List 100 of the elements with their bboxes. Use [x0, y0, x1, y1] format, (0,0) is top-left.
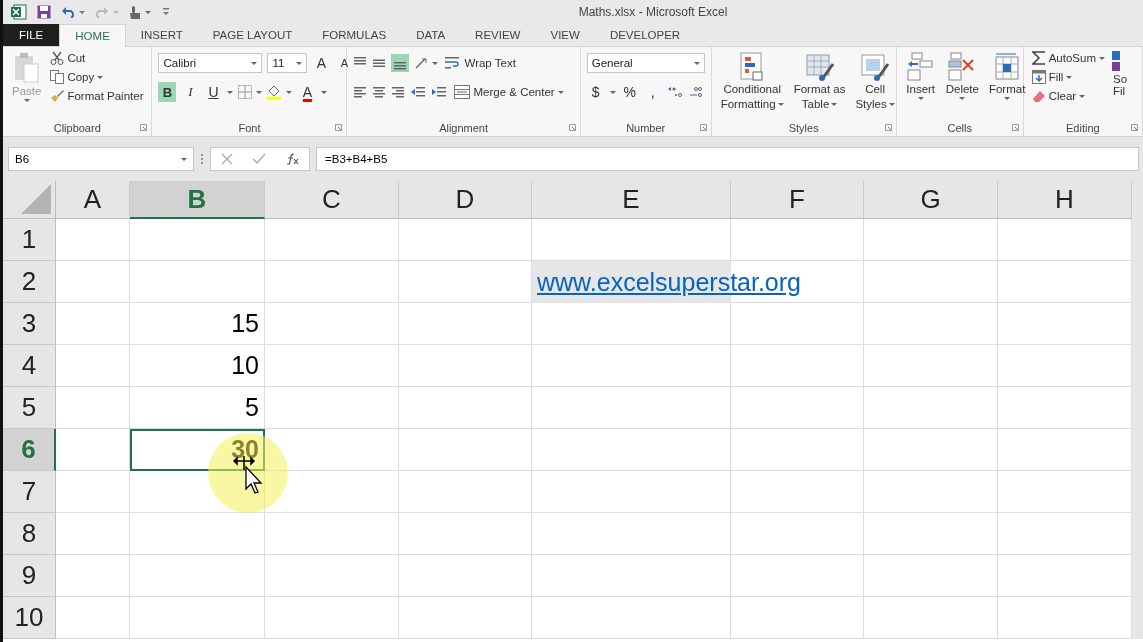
- save-icon[interactable]: [37, 5, 51, 19]
- column-header[interactable]: D: [399, 181, 532, 219]
- file-tab[interactable]: FILE: [3, 24, 60, 46]
- ribbon-button[interactable]: Format: [985, 50, 1029, 120]
- increase-indent-icon[interactable]: [431, 85, 448, 99]
- caret-icon: [693, 61, 700, 65]
- caret-icon: [1099, 56, 1105, 60]
- column-header[interactable]: A: [56, 181, 130, 219]
- currency-button[interactable]: $: [586, 82, 605, 102]
- row-header[interactable]: 1: [3, 219, 56, 261]
- ribbon-tab[interactable]: DATA: [401, 24, 461, 46]
- column-header[interactable]: F: [731, 181, 864, 219]
- dialog-launcher-icon[interactable]: [1131, 124, 1138, 131]
- excel-logo-icon[interactable]: [11, 4, 27, 20]
- row-header[interactable]: 4: [3, 345, 56, 387]
- copy-button[interactable]: Copy: [48, 69, 146, 85]
- group-label: Number: [626, 122, 666, 134]
- fill-color-icon[interactable]: [267, 84, 294, 100]
- customize-icon[interactable]: [163, 8, 169, 16]
- caret-icon: [181, 157, 187, 161]
- scissors-icon: [50, 51, 65, 65]
- sort-filter-button[interactable]: So Fil: [1111, 72, 1130, 98]
- more-options-icon: [200, 152, 204, 166]
- hyperlink-cell[interactable]: www.excelsuperstar.org: [532, 261, 806, 303]
- autosum-button[interactable]: AutoSum: [1029, 50, 1107, 66]
- font-size-field[interactable]: 11: [267, 53, 308, 73]
- ribbon-tab[interactable]: VIEW: [535, 24, 595, 46]
- comma-button[interactable]: ,: [643, 82, 662, 102]
- wrap-text-icon: [445, 56, 462, 70]
- clipboard-icon: [13, 52, 40, 84]
- caret-icon: [888, 103, 895, 106]
- fill-down-icon: [1031, 70, 1046, 84]
- clear-button[interactable]: Clear: [1029, 88, 1107, 104]
- dialog-launcher-icon[interactable]: [335, 124, 343, 131]
- row-header[interactable]: 9: [3, 555, 56, 597]
- dialog-launcher-icon[interactable]: [568, 124, 576, 131]
- wrap-text-button[interactable]: Wrap Text: [443, 55, 518, 71]
- touch-hand-icon[interactable]: [129, 5, 153, 19]
- group-label: Font: [238, 122, 261, 134]
- decrease-decimal-icon[interactable]: [687, 85, 704, 99]
- sigma-icon: [1031, 51, 1046, 65]
- sort-az-icon[interactable]: [1111, 50, 1121, 72]
- dialog-launcher-icon[interactable]: [1011, 124, 1019, 131]
- undo-icon[interactable]: [61, 6, 85, 18]
- caret-icon: [959, 97, 966, 100]
- row-header[interactable]: 10: [3, 597, 56, 639]
- ribbon-button[interactable]: Conditional Formatting: [717, 50, 787, 120]
- decrease-indent-icon[interactable]: [410, 85, 427, 99]
- underline-button[interactable]: U: [204, 82, 223, 102]
- italic-button[interactable]: I: [181, 82, 200, 102]
- cut-button[interactable]: Cut: [48, 50, 146, 66]
- font-color-button[interactable]: A: [298, 82, 317, 102]
- align-center-icon[interactable]: [372, 85, 387, 99]
- ribbon-tab[interactable]: HOME: [59, 24, 126, 47]
- ribbon-tab[interactable]: PAGE LAYOUT: [197, 24, 308, 46]
- name-box[interactable]: B6: [8, 147, 194, 171]
- row-header[interactable]: 6: [3, 429, 56, 471]
- row-header[interactable]: 8: [3, 513, 56, 555]
- caret-icon: [1066, 75, 1073, 79]
- merge-center-button[interactable]: Merge & Center: [452, 84, 566, 100]
- ribbon-tab[interactable]: REVIEW: [460, 24, 536, 46]
- formula-field[interactable]: =B3+B4+B5: [316, 147, 1139, 171]
- dialog-launcher-icon[interactable]: [699, 124, 707, 131]
- column-header[interactable]: G: [864, 181, 998, 219]
- row-header[interactable]: 2: [3, 261, 56, 303]
- caret-icon: [777, 103, 784, 106]
- percent-button[interactable]: %: [620, 82, 639, 102]
- fill-button[interactable]: Fill: [1029, 69, 1107, 85]
- font-name-field[interactable]: Calibri: [158, 53, 263, 73]
- ribbon-tab[interactable]: INSERT: [125, 24, 198, 46]
- column-header[interactable]: B: [130, 181, 265, 219]
- shrink-font-button[interactable]: A: [335, 53, 354, 73]
- dialog-launcher-icon[interactable]: [884, 124, 892, 131]
- row-header[interactable]: 5: [3, 387, 56, 429]
- ribbon-button[interactable]: Insert: [902, 50, 939, 120]
- column-header[interactable]: E: [532, 181, 731, 219]
- column-header[interactable]: C: [265, 181, 399, 219]
- ribbon-tab[interactable]: DEVELOPER: [594, 24, 696, 46]
- number-format-field[interactable]: General: [586, 53, 705, 73]
- insert-function-icon[interactable]: [285, 153, 300, 165]
- dialog-launcher-icon[interactable]: [140, 124, 148, 131]
- bottom-align-icon[interactable]: [391, 54, 410, 72]
- ribbon-button[interactable]: Cell Styles: [852, 50, 898, 120]
- ribbon-button[interactable]: Format as Table: [790, 50, 849, 120]
- bold-button[interactable]: B: [158, 82, 177, 102]
- format-painter-button[interactable]: Format Painter: [48, 88, 146, 104]
- ribbon-button[interactable]: Delete: [942, 50, 982, 120]
- table-paintbrush-icon: [804, 52, 835, 82]
- merge-cells-icon: [454, 85, 471, 99]
- align-left-icon[interactable]: [353, 85, 368, 99]
- orientation-icon[interactable]: [414, 56, 439, 70]
- align-right-icon[interactable]: [391, 85, 406, 99]
- borders-icon[interactable]: [238, 85, 263, 99]
- grow-font-button[interactable]: A: [312, 53, 331, 73]
- row-header[interactable]: 7: [3, 471, 56, 513]
- row-header[interactable]: 3: [3, 303, 56, 345]
- ribbon-tab[interactable]: FORMULAS: [307, 24, 402, 46]
- increase-decimal-icon[interactable]: [666, 85, 683, 99]
- column-header[interactable]: H: [998, 181, 1132, 219]
- group-label: Editing: [1066, 122, 1100, 134]
